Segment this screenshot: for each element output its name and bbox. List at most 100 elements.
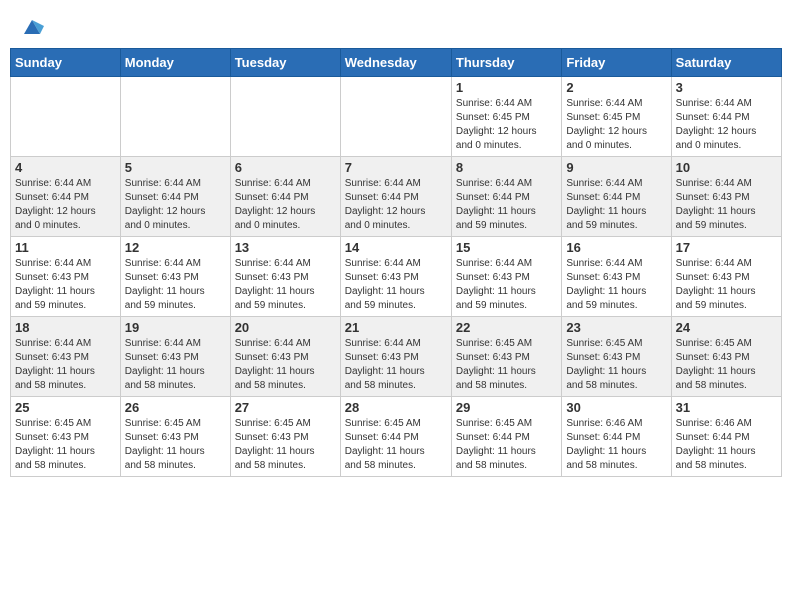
calendar-cell: 23Sunrise: 6:45 AM Sunset: 6:43 PM Dayli… [562,317,671,397]
calendar-cell: 25Sunrise: 6:45 AM Sunset: 6:43 PM Dayli… [11,397,121,477]
logo-icon [20,16,44,40]
day-info: Sunrise: 6:44 AM Sunset: 6:43 PM Dayligh… [125,257,226,313]
day-info: Sunrise: 6:45 AM Sunset: 6:43 PM Dayligh… [235,417,336,473]
calendar-cell: 31 Sunrise: 6:46 AM Sunset: 6:44 PM Dayli… [671,397,781,477]
day-number: 6 [235,160,336,175]
day-info: Sunrise: 6:44 AM Sunset: 6:44 PM Dayligh… [456,177,557,233]
day-number: 25 [15,400,116,415]
weekday-header-row: SundayMondayTuesdayWednesdayThursdayFrid… [11,49,782,77]
day-number: 30 [566,400,666,415]
calendar-cell: 15 Sunrise: 6:44 AM Sunset: 6:43 PM Dayli… [451,237,561,317]
calendar-cell: 2 Sunrise: 6:44 AM Sunset: 6:45 PM Daylig… [562,77,671,157]
calendar-week-4: 18 Sunrise: 6:44 AM Sunset: 6:43 PM Dayli… [11,317,782,397]
day-number: 31 [676,400,777,415]
calendar-cell: 4 Sunrise: 6:44 AM Sunset: 6:44 PM Daylig… [11,157,121,237]
day-info: Sunrise: 6:44 AM Sunset: 6:44 PM Dayligh… [345,177,447,233]
weekday-header-friday: Friday [562,49,671,77]
day-number: 8 [456,160,557,175]
day-info: Sunrise: 6:44 AM Sunset: 6:43 PM Dayligh… [15,337,116,393]
day-info: Sunrise: 6:45 AM Sunset: 6:43 PM Dayligh… [125,417,226,473]
day-info: Sunrise: 6:45 AM Sunset: 6:44 PM Dayligh… [456,417,557,473]
day-number: 18 [15,320,116,335]
calendar-cell [120,77,230,157]
calendar-cell [230,77,340,157]
day-number: 7 [345,160,447,175]
calendar-cell: 5 Sunrise: 6:44 AM Sunset: 6:44 PM Daylig… [120,157,230,237]
calendar-week-5: 25 Sunrise: 6:45 AM Sunset: 6:43 PM Dayli… [11,397,782,477]
calendar-week-3: 11Sunrise: 6:44 AM Sunset: 6:43 PM Dayli… [11,237,782,317]
calendar-cell: 28Sunrise: 6:45 AM Sunset: 6:44 PM Dayli… [340,397,451,477]
calendar-cell [11,77,121,157]
day-info: Sunrise: 6:44 AM Sunset: 6:43 PM Dayligh… [235,257,336,313]
day-number: 17 [676,240,777,255]
day-info: Sunrise: 6:44 AM Sunset: 6:43 PM Dayligh… [566,257,666,313]
calendar-table: SundayMondayTuesdayWednesdayThursdayFrid… [10,48,782,477]
calendar-cell: 27 Sunrise: 6:45 AM Sunset: 6:43 PM Dayli… [230,397,340,477]
day-info: Sunrise: 6:45 AM Sunset: 6:43 PM Dayligh… [456,337,557,393]
day-info: Sunrise: 6:44 AM Sunset: 6:43 PM Dayligh… [345,257,447,313]
day-info: Sunrise: 6:46 AM Sunset: 6:44 PM Dayligh… [676,417,777,473]
day-number: 5 [125,160,226,175]
day-number: 12 [125,240,226,255]
day-info: Sunrise: 6:44 AM Sunset: 6:44 PM Dayligh… [235,177,336,233]
day-info: Sunrise: 6:44 AM Sunset: 6:43 PM Dayligh… [676,257,777,313]
calendar-cell: 7 Sunrise: 6:44 AM Sunset: 6:44 PM Daylig… [340,157,451,237]
day-info: Sunrise: 6:44 AM Sunset: 6:43 PM Dayligh… [15,257,116,313]
calendar-week-2: 4 Sunrise: 6:44 AM Sunset: 6:44 PM Daylig… [11,157,782,237]
day-number: 1 [456,80,557,95]
day-info: Sunrise: 6:44 AM Sunset: 6:45 PM Dayligh… [456,97,557,153]
day-info: Sunrise: 6:44 AM Sunset: 6:44 PM Dayligh… [125,177,226,233]
calendar-cell: 24 Sunrise: 6:45 AM Sunset: 6:43 PM Dayli… [671,317,781,397]
calendar-cell: 20Sunrise: 6:44 AM Sunset: 6:43 PM Dayli… [230,317,340,397]
calendar-cell: 13 Sunrise: 6:44 AM Sunset: 6:43 PM Dayli… [230,237,340,317]
calendar-cell: 16 Sunrise: 6:44 AM Sunset: 6:43 PM Dayli… [562,237,671,317]
weekday-header-thursday: Thursday [451,49,561,77]
day-info: Sunrise: 6:44 AM Sunset: 6:44 PM Dayligh… [676,97,777,153]
day-number: 2 [566,80,666,95]
calendar-cell: 9 Sunrise: 6:44 AM Sunset: 6:44 PM Daylig… [562,157,671,237]
day-info: Sunrise: 6:45 AM Sunset: 6:44 PM Dayligh… [345,417,447,473]
day-number: 27 [235,400,336,415]
day-info: Sunrise: 6:44 AM Sunset: 6:43 PM Dayligh… [345,337,447,393]
weekday-header-saturday: Saturday [671,49,781,77]
day-number: 13 [235,240,336,255]
calendar-cell: 17 Sunrise: 6:44 AM Sunset: 6:43 PM Dayli… [671,237,781,317]
day-number: 9 [566,160,666,175]
day-info: Sunrise: 6:44 AM Sunset: 6:43 PM Dayligh… [676,177,777,233]
day-number: 29 [456,400,557,415]
calendar-cell: 12 Sunrise: 6:44 AM Sunset: 6:43 PM Dayli… [120,237,230,317]
day-number: 3 [676,80,777,95]
day-number: 26 [125,400,226,415]
calendar-cell: 6 Sunrise: 6:44 AM Sunset: 6:44 PM Daylig… [230,157,340,237]
day-info: Sunrise: 6:45 AM Sunset: 6:43 PM Dayligh… [676,337,777,393]
day-info: Sunrise: 6:45 AM Sunset: 6:43 PM Dayligh… [566,337,666,393]
day-number: 21 [345,320,447,335]
day-number: 24 [676,320,777,335]
calendar-cell: 19Sunrise: 6:44 AM Sunset: 6:43 PM Dayli… [120,317,230,397]
calendar-week-1: 1 Sunrise: 6:44 AM Sunset: 6:45 PM Daylig… [11,77,782,157]
day-info: Sunrise: 6:44 AM Sunset: 6:43 PM Dayligh… [456,257,557,313]
weekday-header-wednesday: Wednesday [340,49,451,77]
weekday-header-monday: Monday [120,49,230,77]
weekday-header-tuesday: Tuesday [230,49,340,77]
day-info: Sunrise: 6:44 AM Sunset: 6:43 PM Dayligh… [125,337,226,393]
calendar-cell: 14 Sunrise: 6:44 AM Sunset: 6:43 PM Dayli… [340,237,451,317]
day-number: 16 [566,240,666,255]
day-number: 15 [456,240,557,255]
day-info: Sunrise: 6:44 AM Sunset: 6:44 PM Dayligh… [15,177,116,233]
day-number: 22 [456,320,557,335]
calendar-cell: 11Sunrise: 6:44 AM Sunset: 6:43 PM Dayli… [11,237,121,317]
day-number: 4 [15,160,116,175]
day-number: 14 [345,240,447,255]
day-info: Sunrise: 6:44 AM Sunset: 6:44 PM Dayligh… [566,177,666,233]
day-info: Sunrise: 6:44 AM Sunset: 6:45 PM Dayligh… [566,97,666,153]
calendar-cell: 10 Sunrise: 6:44 AM Sunset: 6:43 PM Dayli… [671,157,781,237]
calendar-cell: 29 Sunrise: 6:45 AM Sunset: 6:44 PM Dayli… [451,397,561,477]
day-info: Sunrise: 6:46 AM Sunset: 6:44 PM Dayligh… [566,417,666,473]
calendar-cell: 18 Sunrise: 6:44 AM Sunset: 6:43 PM Dayli… [11,317,121,397]
day-number: 10 [676,160,777,175]
calendar-cell [340,77,451,157]
calendar-cell: 8 Sunrise: 6:44 AM Sunset: 6:44 PM Daylig… [451,157,561,237]
day-number: 20 [235,320,336,335]
calendar-cell: 21 Sunrise: 6:44 AM Sunset: 6:43 PM Dayli… [340,317,451,397]
